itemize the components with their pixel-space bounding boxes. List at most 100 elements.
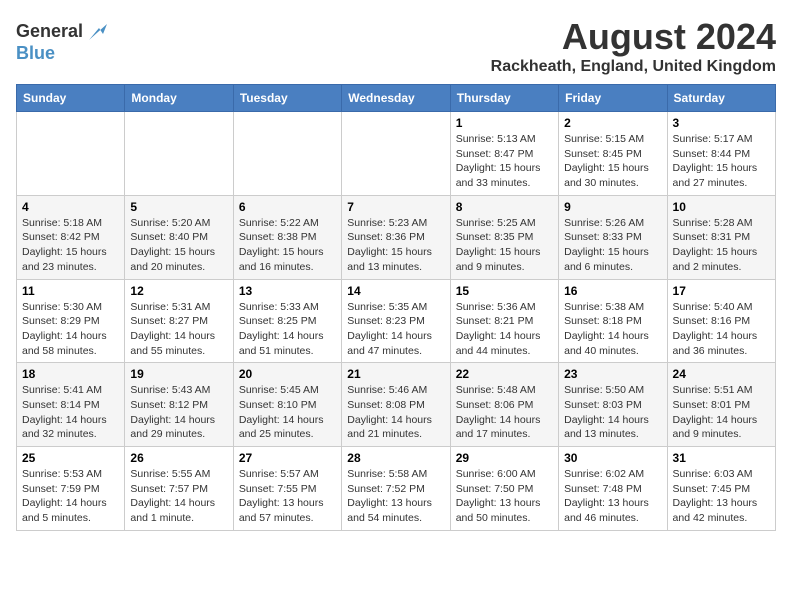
day-cell: 7Sunrise: 5:23 AM Sunset: 8:36 PM Daylig… — [342, 195, 450, 279]
day-number: 7 — [347, 200, 444, 214]
week-row-4: 18 Sunrise: 5:41 AM Sunset: 8:14 PM Dayli… — [17, 363, 776, 447]
column-header-tuesday: Tuesday — [233, 85, 341, 112]
day-number: 27 — [239, 451, 336, 465]
day-cell: 22Sunrise: 5:48 AM Sunset: 8:06 PM Dayli… — [450, 363, 558, 447]
day-cell: 25 Sunrise: 5:53 AM Sunset: 7:59 PM Dayli… — [17, 447, 125, 531]
week-row-2: 4 Sunrise: 5:18 AM Sunset: 8:42 PM Daylig… — [17, 195, 776, 279]
day-cell: 29 Sunrise: 6:00 AM Sunset: 7:50 PM Dayli… — [450, 447, 558, 531]
day-info: Sunrise: 5:30 AM Sunset: 8:29 PM Dayligh… — [22, 300, 119, 359]
day-info: Sunrise: 5:28 AM Sunset: 8:31 PM Dayligh… — [673, 216, 770, 275]
day-number: 14 — [347, 284, 444, 298]
day-number: 15 — [456, 284, 553, 298]
day-number: 31 — [673, 451, 770, 465]
day-cell: 8Sunrise: 5:25 AM Sunset: 8:35 PM Daylig… — [450, 195, 558, 279]
logo-icon — [85, 20, 109, 44]
day-info: Sunrise: 5:13 AM Sunset: 8:47 PM Dayligh… — [456, 132, 553, 191]
day-cell: 18 Sunrise: 5:41 AM Sunset: 8:14 PM Dayli… — [17, 363, 125, 447]
day-cell: 4 Sunrise: 5:18 AM Sunset: 8:42 PM Daylig… — [17, 195, 125, 279]
day-cell: 14 Sunrise: 5:35 AM Sunset: 8:23 PM Dayli… — [342, 279, 450, 363]
day-cell: 16 Sunrise: 5:38 AM Sunset: 8:18 PM Dayli… — [559, 279, 667, 363]
day-number: 12 — [130, 284, 227, 298]
day-info: Sunrise: 5:38 AM Sunset: 8:18 PM Dayligh… — [564, 300, 661, 359]
day-info: Sunrise: 5:48 AM Sunset: 8:06 PM Dayligh… — [456, 383, 553, 442]
day-cell — [342, 112, 450, 196]
day-cell: 12Sunrise: 5:31 AM Sunset: 8:27 PM Dayli… — [125, 279, 233, 363]
day-number: 29 — [456, 451, 553, 465]
day-info: Sunrise: 5:41 AM Sunset: 8:14 PM Dayligh… — [22, 383, 119, 442]
day-cell: 28 Sunrise: 5:58 AM Sunset: 7:52 PM Dayli… — [342, 447, 450, 531]
logo-text-line2: Blue — [16, 44, 109, 64]
day-info: Sunrise: 5:35 AM Sunset: 8:23 PM Dayligh… — [347, 300, 444, 359]
column-header-thursday: Thursday — [450, 85, 558, 112]
day-cell: 24 Sunrise: 5:51 AM Sunset: 8:01 PM Dayli… — [667, 363, 775, 447]
subtitle: Rackheath, England, United Kingdom — [491, 58, 776, 76]
day-number: 3 — [673, 116, 770, 130]
column-header-sunday: Sunday — [17, 85, 125, 112]
day-info: Sunrise: 5:58 AM Sunset: 7:52 PM Dayligh… — [347, 467, 444, 526]
day-number: 11 — [22, 284, 119, 298]
day-cell: 2 Sunrise: 5:15 AM Sunset: 8:45 PM Daylig… — [559, 112, 667, 196]
day-number: 6 — [239, 200, 336, 214]
day-info: Sunrise: 5:26 AM Sunset: 8:33 PM Dayligh… — [564, 216, 661, 275]
day-number: 23 — [564, 367, 661, 381]
day-info: Sunrise: 5:46 AM Sunset: 8:08 PM Dayligh… — [347, 383, 444, 442]
day-cell: 30 Sunrise: 6:02 AM Sunset: 7:48 PM Dayli… — [559, 447, 667, 531]
day-info: Sunrise: 6:02 AM Sunset: 7:48 PM Dayligh… — [564, 467, 661, 526]
day-number: 4 — [22, 200, 119, 214]
day-number: 24 — [673, 367, 770, 381]
day-number: 30 — [564, 451, 661, 465]
column-header-wednesday: Wednesday — [342, 85, 450, 112]
week-row-1: 1 Sunrise: 5:13 AM Sunset: 8:47 PM Daylig… — [17, 112, 776, 196]
day-cell: 31 Sunrise: 6:03 AM Sunset: 7:45 PM Dayli… — [667, 447, 775, 531]
day-info: Sunrise: 5:57 AM Sunset: 7:55 PM Dayligh… — [239, 467, 336, 526]
day-number: 18 — [22, 367, 119, 381]
day-cell: 26 Sunrise: 5:55 AM Sunset: 7:57 PM Dayli… — [125, 447, 233, 531]
day-number: 16 — [564, 284, 661, 298]
header-row: SundayMondayTuesdayWednesdayThursdayFrid… — [17, 85, 776, 112]
column-header-friday: Friday — [559, 85, 667, 112]
main-title: August 2024 — [491, 16, 776, 58]
day-number: 5 — [130, 200, 227, 214]
day-info: Sunrise: 5:43 AM Sunset: 8:12 PM Dayligh… — [130, 383, 227, 442]
day-number: 21 — [347, 367, 444, 381]
day-cell: 10Sunrise: 5:28 AM Sunset: 8:31 PM Dayli… — [667, 195, 775, 279]
day-cell: 1 Sunrise: 5:13 AM Sunset: 8:47 PM Daylig… — [450, 112, 558, 196]
day-number: 28 — [347, 451, 444, 465]
day-info: Sunrise: 5:17 AM Sunset: 8:44 PM Dayligh… — [673, 132, 770, 191]
day-number: 1 — [456, 116, 553, 130]
day-info: Sunrise: 5:55 AM Sunset: 7:57 PM Dayligh… — [130, 467, 227, 526]
day-info: Sunrise: 5:22 AM Sunset: 8:38 PM Dayligh… — [239, 216, 336, 275]
day-cell: 9 Sunrise: 5:26 AM Sunset: 8:33 PM Daylig… — [559, 195, 667, 279]
day-number: 26 — [130, 451, 227, 465]
day-number: 20 — [239, 367, 336, 381]
day-info: Sunrise: 5:18 AM Sunset: 8:42 PM Dayligh… — [22, 216, 119, 275]
day-info: Sunrise: 6:03 AM Sunset: 7:45 PM Dayligh… — [673, 467, 770, 526]
logo-text-line1: General — [16, 22, 83, 42]
week-row-5: 25 Sunrise: 5:53 AM Sunset: 7:59 PM Dayli… — [17, 447, 776, 531]
day-number: 2 — [564, 116, 661, 130]
day-cell: 5Sunrise: 5:20 AM Sunset: 8:40 PM Daylig… — [125, 195, 233, 279]
day-number: 19 — [130, 367, 227, 381]
day-cell: 13Sunrise: 5:33 AM Sunset: 8:25 PM Dayli… — [233, 279, 341, 363]
day-info: Sunrise: 5:53 AM Sunset: 7:59 PM Dayligh… — [22, 467, 119, 526]
column-header-saturday: Saturday — [667, 85, 775, 112]
day-cell: 3 Sunrise: 5:17 AM Sunset: 8:44 PM Daylig… — [667, 112, 775, 196]
day-info: Sunrise: 5:15 AM Sunset: 8:45 PM Dayligh… — [564, 132, 661, 191]
day-info: Sunrise: 5:36 AM Sunset: 8:21 PM Dayligh… — [456, 300, 553, 359]
day-info: Sunrise: 5:50 AM Sunset: 8:03 PM Dayligh… — [564, 383, 661, 442]
day-number: 25 — [22, 451, 119, 465]
title-block: August 2024 Rackheath, England, United K… — [491, 16, 776, 76]
page-header: General Blue August 2024 Rackheath, Engl… — [16, 16, 776, 76]
day-info: Sunrise: 5:25 AM Sunset: 8:35 PM Dayligh… — [456, 216, 553, 275]
day-number: 17 — [673, 284, 770, 298]
day-cell: 17Sunrise: 5:40 AM Sunset: 8:16 PM Dayli… — [667, 279, 775, 363]
day-cell: 11 Sunrise: 5:30 AM Sunset: 8:29 PM Dayli… — [17, 279, 125, 363]
day-info: Sunrise: 5:45 AM Sunset: 8:10 PM Dayligh… — [239, 383, 336, 442]
day-cell: 27 Sunrise: 5:57 AM Sunset: 7:55 PM Dayli… — [233, 447, 341, 531]
day-cell: 23 Sunrise: 5:50 AM Sunset: 8:03 PM Dayli… — [559, 363, 667, 447]
day-info: Sunrise: 5:33 AM Sunset: 8:25 PM Dayligh… — [239, 300, 336, 359]
day-info: Sunrise: 6:00 AM Sunset: 7:50 PM Dayligh… — [456, 467, 553, 526]
day-number: 9 — [564, 200, 661, 214]
day-cell — [125, 112, 233, 196]
day-info: Sunrise: 5:51 AM Sunset: 8:01 PM Dayligh… — [673, 383, 770, 442]
